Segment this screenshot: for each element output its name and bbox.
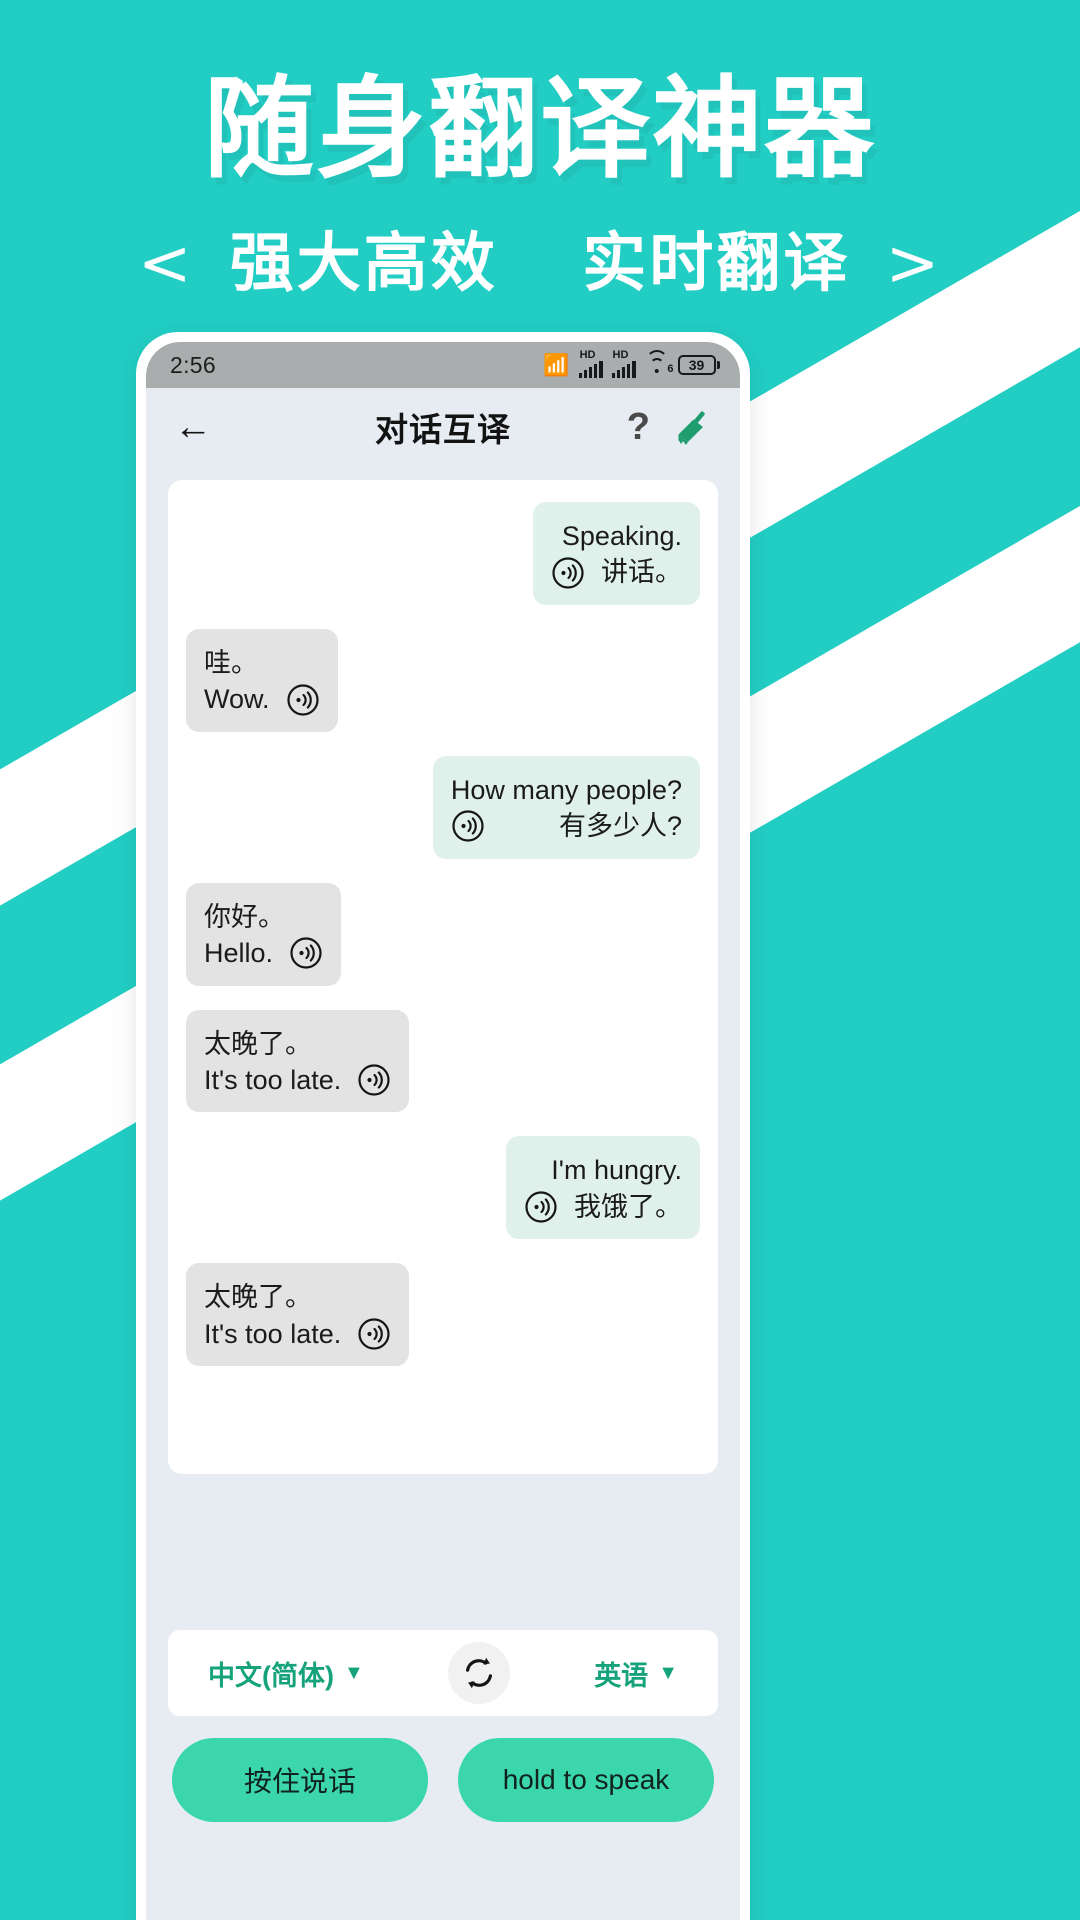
speaker-icon[interactable] — [357, 1063, 391, 1097]
broom-icon[interactable] — [672, 407, 712, 447]
source-language-label: 中文(简体) — [208, 1660, 334, 1691]
language-bar: 中文(简体) ▼ 英语 ▼ — [168, 1630, 718, 1716]
chat-row: 哇。 Wow. — [186, 628, 700, 732]
speaker-icon[interactable] — [451, 809, 485, 843]
status-time: 2:56 — [170, 351, 216, 378]
battery-icon: 39 — [677, 355, 720, 375]
bottom-spacer — [168, 1822, 718, 1920]
chat-bubble-outgoing[interactable]: I'm hungry. 我饿了。 — [506, 1136, 700, 1240]
message-translation-row: It's too late. — [204, 1316, 391, 1352]
wifi-icon: 6 — [645, 350, 674, 375]
chat-area: Speaking. 讲话。哇。 Wow. How many people? 有多少人? 你… — [146, 466, 740, 1610]
message-translation-row: Hello. — [204, 935, 323, 971]
message-translated-text: It's too late. — [204, 1064, 342, 1095]
message-source-text: 太晚了。 — [204, 1282, 312, 1313]
hold-to-speak-cn-button[interactable]: 按住说话 — [172, 1738, 428, 1822]
chat-row: 太晚了。 It's too late. — [186, 1263, 700, 1367]
chat-bubble-outgoing[interactable]: Speaking. 讲话。 — [533, 502, 700, 605]
message-translated-text: 讲话。 — [601, 557, 682, 588]
message-translated-text: 有多少人? — [558, 811, 682, 842]
speaker-icon[interactable] — [286, 683, 320, 717]
signal-2-icon: HD — [611, 350, 636, 378]
speaker-icon[interactable] — [551, 556, 585, 590]
speaker-icon[interactable] — [357, 1317, 391, 1351]
message-translation-row: Wow. — [204, 681, 320, 717]
status-bar: 2:56 📶 HD HD 6 39 — [146, 342, 740, 388]
message-translated-text: 我饿了。 — [574, 1191, 682, 1222]
message-translated-text: Hello. — [204, 938, 274, 969]
chat-row: How many people? 有多少人? — [186, 755, 700, 859]
talk-buttons-row: 按住说话 hold to speak — [168, 1738, 718, 1822]
message-translation-row: 有多少人? — [451, 808, 682, 844]
battery-level: 39 — [688, 357, 705, 373]
swap-languages-button[interactable] — [447, 1642, 510, 1704]
message-source-text: 太晚了。 — [204, 1028, 312, 1059]
source-language-selector[interactable]: 中文(简体) ▼ — [208, 1654, 364, 1693]
chat-bubble-outgoing[interactable]: How many people? 有多少人? — [432, 755, 700, 859]
chat-row: Speaking. 讲话。 — [186, 502, 700, 605]
back-arrow-icon[interactable]: ← — [174, 408, 212, 446]
hold-to-speak-en-button[interactable]: hold to speak — [458, 1738, 714, 1822]
app-bar-actions: ? — [627, 407, 712, 447]
subtitle-right-chevron: > — [885, 226, 943, 301]
promo-header: 随身翻译神器 < 强大高效 实时翻译 > — [0, 0, 1080, 304]
phone-mockup: 2:56 📶 HD HD 6 39 ← 对话互译 ? Speaking. 讲话。… — [136, 332, 750, 1920]
signal-1-icon: HD — [578, 350, 603, 378]
subtitle-left-chevron: < — [137, 226, 195, 301]
target-language-label: 英语 — [594, 1660, 649, 1691]
speaker-icon[interactable] — [524, 1190, 558, 1224]
message-translation-row: 讲话。 — [551, 554, 682, 590]
chat-bubble-incoming[interactable]: 哇。 Wow. — [186, 628, 338, 732]
message-translated-text: Wow. — [204, 684, 270, 715]
promo-subtitle: < 强大高效 实时翻译 > — [0, 212, 1080, 304]
app-bar: ← 对话互译 ? — [146, 388, 740, 466]
question-mark-icon[interactable]: ? — [627, 408, 650, 446]
message-source-text: 哇。 — [204, 647, 258, 678]
chevron-down-icon: ▼ — [658, 1661, 678, 1684]
chat-card[interactable]: Speaking. 讲话。哇。 Wow. How many people? 有多少人? 你… — [168, 480, 718, 1474]
chat-bubble-incoming[interactable]: 太晚了。 It's too late. — [186, 1009, 410, 1113]
message-translated-text: It's too late. — [204, 1318, 342, 1349]
status-icons: 📶 HD HD 6 39 — [543, 350, 720, 378]
chat-bubble-incoming[interactable]: 太晚了。 It's too late. — [186, 1263, 410, 1367]
phone-screen: 2:56 📶 HD HD 6 39 ← 对话互译 ? Speaking. 讲话。… — [146, 342, 740, 1920]
message-translation-row: It's too late. — [204, 1062, 391, 1098]
message-source-text: Speaking. — [561, 521, 682, 551]
target-language-selector[interactable]: 英语 ▼ — [594, 1654, 678, 1693]
chat-row: 你好。 Hello. — [186, 882, 700, 986]
subtitle-part-1: 强大高效 — [229, 226, 498, 301]
message-source-text: 你好。 — [204, 901, 285, 932]
bottom-controls: 中文(简体) ▼ 英语 ▼ 按住说话 hold to speak — [146, 1610, 740, 1920]
subtitle-part-2: 实时翻译 — [582, 226, 851, 301]
message-source-text: How many people? — [450, 774, 682, 805]
message-translation-row: 我饿了。 — [524, 1189, 682, 1225]
chat-row: I'm hungry. 我饿了。 — [186, 1136, 700, 1240]
chat-row: 太晚了。 It's too late. — [186, 1009, 700, 1113]
message-source-text: I'm hungry. — [551, 1155, 682, 1186]
speaker-icon[interactable] — [289, 936, 323, 970]
promo-title: 随身翻译神器 — [204, 65, 876, 193]
chevron-down-icon: ▼ — [343, 1661, 364, 1684]
swap-languages-icon — [465, 1657, 492, 1689]
chat-bubble-incoming[interactable]: 你好。 Hello. — [186, 882, 342, 986]
bluetooth-icon: 📶 — [543, 353, 570, 377]
